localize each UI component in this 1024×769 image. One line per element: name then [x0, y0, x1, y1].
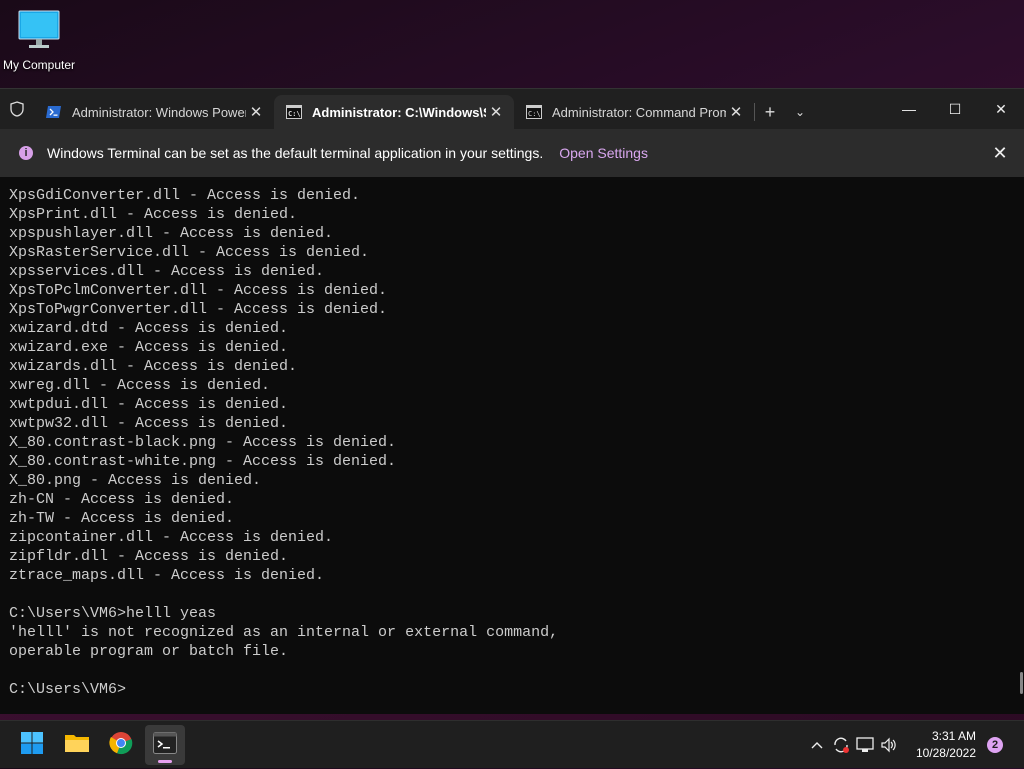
tab-title: Administrator: Command Prompt	[552, 104, 726, 120]
close-window-button[interactable]: ✕	[978, 89, 1024, 129]
console-line: 'helll' is not recognized as an internal…	[9, 624, 559, 641]
window-controls: — ☐ ✕	[886, 89, 1024, 129]
start-button[interactable]	[12, 725, 52, 765]
console-line: XpsPrint.dll - Access is denied.	[9, 206, 298, 223]
console-line: XpsToPclmConverter.dll - Access is denie…	[9, 282, 388, 299]
tab-bar: Administrator: Windows PowerShell ✕ C:\ …	[0, 89, 1024, 129]
console-line: xwreg.dll - Access is denied.	[9, 377, 271, 394]
console-line: ztrace_maps.dll - Access is denied.	[9, 567, 325, 584]
minimize-button[interactable]: —	[886, 89, 932, 129]
taskbar: 3:31 AM 10/28/2022 2	[0, 720, 1024, 768]
update-icon[interactable]	[829, 721, 853, 769]
svg-text:C:\: C:\	[288, 110, 301, 118]
system-tray	[805, 721, 901, 769]
tab-title: Administrator: C:\Windows\System32\cmd.e…	[312, 104, 486, 120]
notification-badge[interactable]: 2	[987, 737, 1003, 753]
console-line: XpsGdiConverter.dll - Access is denied.	[9, 187, 361, 204]
maximize-button[interactable]: ☐	[932, 89, 978, 129]
open-settings-link[interactable]: Open Settings	[559, 145, 648, 161]
clock[interactable]: 3:31 AM 10/28/2022	[916, 728, 976, 762]
terminal-icon	[153, 731, 177, 759]
active-app-indicator	[158, 760, 172, 763]
console-line: xwizard.dtd - Access is denied.	[9, 320, 289, 337]
terminal-window: Administrator: Windows PowerShell ✕ C:\ …	[0, 88, 1024, 714]
console-line: xwtpw32.dll - Access is denied.	[9, 415, 289, 432]
svg-text:C:\: C:\	[528, 110, 541, 118]
close-icon[interactable]: ✕	[726, 103, 746, 121]
console-line: C:\Users\VM6>	[9, 681, 127, 698]
tab-command-prompt[interactable]: C:\ Administrator: Command Prompt ✕	[514, 95, 754, 129]
network-icon[interactable]	[853, 721, 877, 769]
close-icon[interactable]: ✕	[486, 103, 506, 121]
desktop-icon-my-computer[interactable]: My Computer	[0, 8, 78, 78]
chevron-up-icon[interactable]	[805, 721, 829, 769]
shield-icon	[0, 89, 34, 129]
console-line: C:\Users\VM6>helll yeas	[9, 605, 217, 622]
console-line: X_80.png - Access is denied.	[9, 472, 262, 489]
new-tab-button[interactable]: +	[755, 95, 785, 129]
console-line: xwizard.exe - Access is denied.	[9, 339, 289, 356]
dismiss-infobar-button[interactable]: ✕	[988, 141, 1012, 165]
clock-date: 10/28/2022	[915, 746, 976, 760]
console-line: zh-TW - Access is denied.	[9, 510, 235, 527]
powershell-icon	[46, 105, 62, 119]
desktop-icon-label: My Computer	[2, 58, 76, 72]
monitor-icon	[17, 8, 61, 52]
tab-title: Administrator: Windows PowerShell	[72, 104, 246, 120]
file-explorer-icon	[64, 732, 90, 759]
console-line: XpsRasterService.dll - Access is denied.	[9, 244, 370, 261]
close-icon[interactable]: ✕	[246, 103, 266, 121]
console-output[interactable]: XpsGdiConverter.dll - Access is denied. X…	[0, 178, 1020, 714]
info-icon: i	[19, 146, 33, 160]
console-line: zipfldr.dll - Access is denied.	[9, 548, 289, 565]
console-line: xpspushlayer.dll - Access is denied.	[9, 225, 334, 242]
cmd-icon: C:\	[526, 105, 542, 119]
console-line: X_80.contrast-black.png - Access is deni…	[9, 434, 397, 451]
console-line: xwizards.dll - Access is denied.	[9, 358, 298, 375]
info-bar: i Windows Terminal can be set as the def…	[0, 129, 1024, 177]
chrome-icon	[109, 731, 133, 760]
terminal-button[interactable]	[145, 725, 185, 765]
info-message: Windows Terminal can be set as the defau…	[47, 145, 544, 161]
tab-cmd-active[interactable]: C:\ Administrator: C:\Windows\System32\c…	[274, 95, 514, 129]
scrollbar-thumb[interactable]	[1020, 672, 1023, 694]
chevron-down-icon[interactable]: ⌄	[785, 95, 815, 129]
console-line: zh-CN - Access is denied.	[9, 491, 235, 508]
chrome-button[interactable]	[101, 725, 141, 765]
console-line: xpsservices.dll - Access is denied.	[9, 263, 325, 280]
cmd-icon: C:\	[286, 105, 302, 119]
console-line: zipcontainer.dll - Access is denied.	[9, 529, 334, 546]
console-line: xwtpdui.dll - Access is denied.	[9, 396, 289, 413]
console-line: operable program or batch file.	[9, 643, 289, 660]
console-line: X_80.contrast-white.png - Access is deni…	[9, 453, 397, 470]
start-icon	[20, 731, 44, 760]
file-explorer-button[interactable]	[57, 725, 97, 765]
clock-time: 3:31 AM	[931, 729, 976, 743]
console-line: XpsToPwgrConverter.dll - Access is denie…	[9, 301, 388, 318]
volume-icon[interactable]	[877, 721, 901, 769]
tab-powershell[interactable]: Administrator: Windows PowerShell ✕	[34, 95, 274, 129]
